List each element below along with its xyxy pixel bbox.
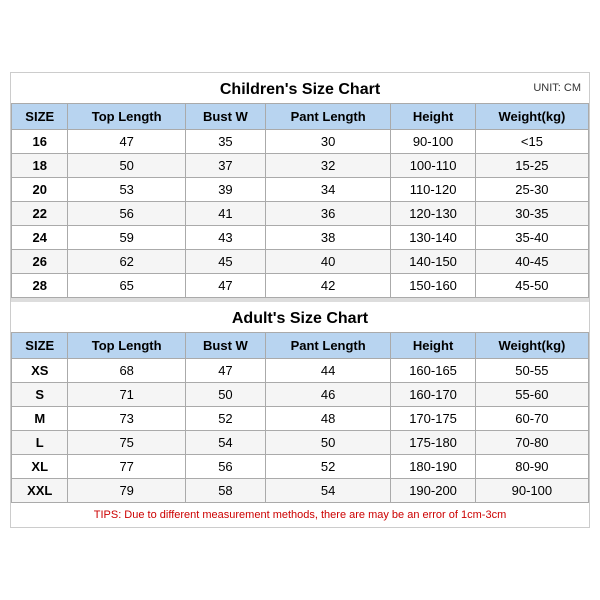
adult-col-height: Height — [391, 333, 476, 359]
tips-row: TIPS: Due to different measurement metho… — [11, 503, 589, 527]
children-col-height: Height — [391, 104, 476, 130]
adult-size-table: SIZE Top Length Bust W Pant Length Heigh… — [11, 332, 589, 503]
table-row: 18503732100-11015-25 — [12, 154, 589, 178]
children-col-pant-length: Pant Length — [266, 104, 391, 130]
adult-col-weight: Weight(kg) — [475, 333, 588, 359]
table-row: 1647353090-100<15 — [12, 130, 589, 154]
tips-text: TIPS: Due to different measurement metho… — [94, 509, 506, 521]
children-size-table: SIZE Top Length Bust W Pant Length Heigh… — [11, 103, 589, 298]
adult-col-size: SIZE — [12, 333, 68, 359]
unit-label: UNIT: CM — [533, 82, 581, 94]
children-title-text: Children's Size Chart — [220, 81, 380, 98]
children-col-size: SIZE — [12, 104, 68, 130]
table-row: M735248170-17560-70 — [12, 407, 589, 431]
children-col-top-length: Top Length — [68, 104, 185, 130]
children-header-row: SIZE Top Length Bust W Pant Length Heigh… — [12, 104, 589, 130]
adult-header-row: SIZE Top Length Bust W Pant Length Heigh… — [12, 333, 589, 359]
table-row: 20533934110-12025-30 — [12, 178, 589, 202]
size-chart-wrapper: Children's Size Chart UNIT: CM SIZE Top … — [10, 72, 590, 528]
table-row: XL775652180-19080-90 — [12, 455, 589, 479]
adult-col-pant-length: Pant Length — [266, 333, 391, 359]
table-row: 28654742150-16045-50 — [12, 274, 589, 298]
table-row: S715046160-17055-60 — [12, 383, 589, 407]
adult-col-bust-w: Bust W — [185, 333, 265, 359]
table-row: XS684744160-16550-55 — [12, 359, 589, 383]
children-section-title: Children's Size Chart UNIT: CM — [11, 73, 589, 103]
adult-title-text: Adult's Size Chart — [232, 310, 368, 327]
adult-col-top-length: Top Length — [68, 333, 185, 359]
table-row: 22564136120-13030-35 — [12, 202, 589, 226]
table-row: 26624540140-15040-45 — [12, 250, 589, 274]
children-col-weight: Weight(kg) — [475, 104, 588, 130]
table-row: L755450175-18070-80 — [12, 431, 589, 455]
table-row: XXL795854190-20090-100 — [12, 479, 589, 503]
children-col-bust-w: Bust W — [185, 104, 265, 130]
table-row: 24594338130-14035-40 — [12, 226, 589, 250]
adult-section-title: Adult's Size Chart — [11, 302, 589, 332]
